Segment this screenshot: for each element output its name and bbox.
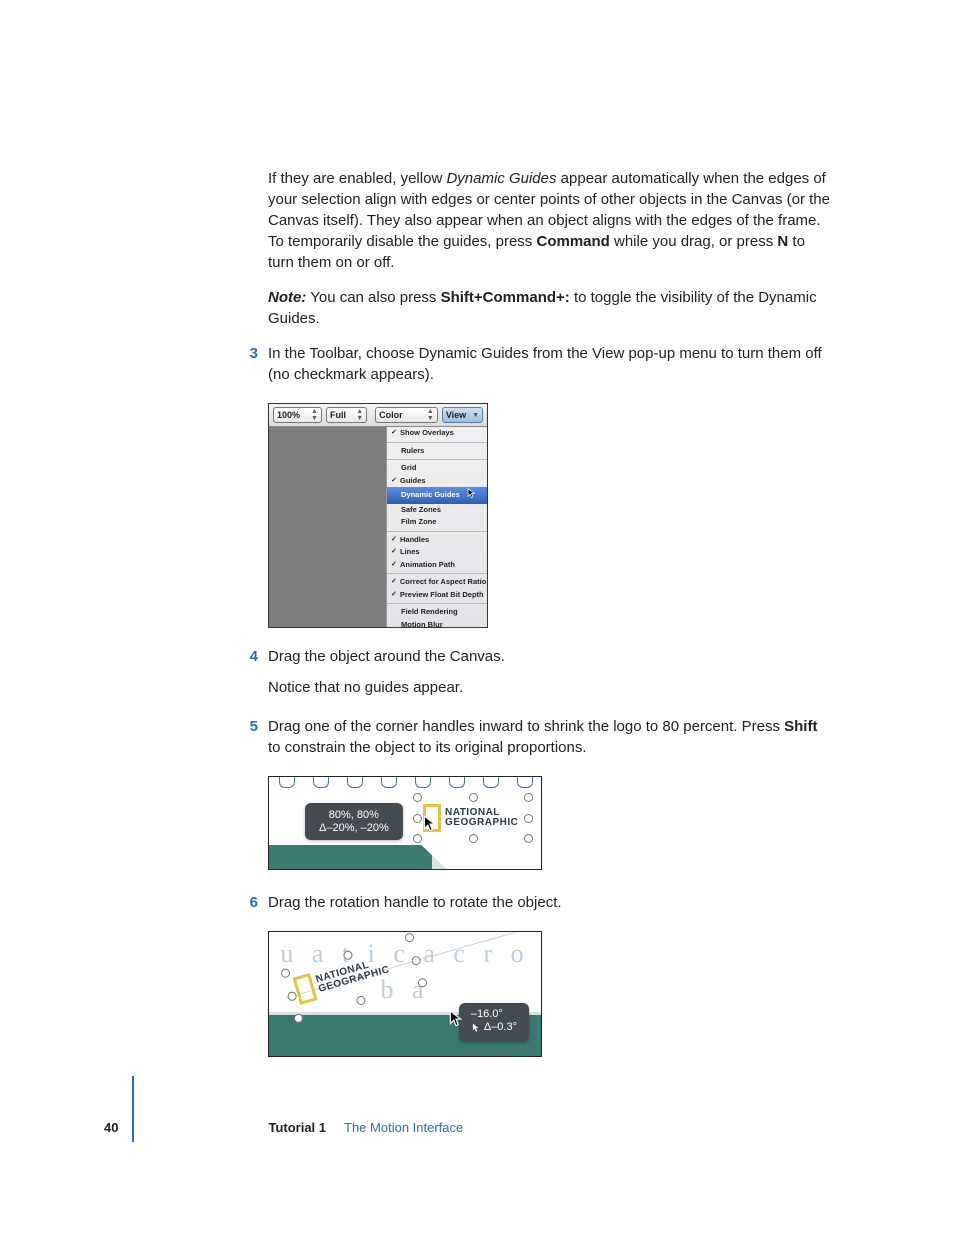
step-number: 6 [246, 892, 258, 913]
cursor-icon [423, 815, 437, 839]
view-menu: ✓Show Overlays Rulers Grid ✓Guides Dynam… [386, 427, 487, 627]
resize-handle[interactable] [469, 793, 478, 802]
background-bar [269, 845, 541, 869]
menu-safe-zones[interactable]: Safe Zones [387, 504, 487, 517]
figure-rotate: u a t i c a c r o b a NATIONALGEOGRAPHIC… [268, 931, 542, 1057]
step-number: 4 [246, 646, 258, 667]
stepper-icon: ▲▼ [311, 408, 318, 422]
cursor-icon [467, 488, 476, 503]
page-number: 40 [104, 1119, 118, 1137]
term-dynamic-guides: Dynamic Guides [446, 170, 556, 187]
menu-show-overlays[interactable]: ✓Show Overlays [387, 427, 487, 440]
step-3: 3 In the Toolbar, choose Dynamic Guides … [268, 343, 834, 395]
resize-handle[interactable] [524, 793, 533, 802]
zoom-popup[interactable]: 100%▲▼ [273, 407, 322, 423]
menu-film-zone[interactable]: Film Zone [387, 516, 487, 529]
menu-rulers[interactable]: Rulers [387, 445, 487, 458]
menu-preview-float[interactable]: ✓Preview Float Bit Depth [387, 589, 487, 602]
menu-animation-path[interactable]: ✓Animation Path [387, 559, 487, 572]
step-6-text: Drag the rotation handle to rotate the o… [268, 892, 834, 913]
key-shift: Shift [784, 718, 817, 735]
menu-motion-blur[interactable]: Motion Blur [387, 619, 487, 632]
menu-handles[interactable]: ✓Handles [387, 534, 487, 547]
resize-handle[interactable] [524, 834, 533, 843]
rotation-tooltip: –16.0° Δ–0.3° [459, 1003, 529, 1042]
note-paragraph: Note: You can also press Shift+Command+:… [268, 287, 834, 329]
page-footer: 40 Tutorial 1 The Motion Interface [0, 1119, 954, 1137]
step-3-text: In the Toolbar, choose Dynamic Guides fr… [268, 343, 834, 385]
cursor-icon [471, 1023, 481, 1033]
background-decoration [269, 777, 541, 791]
natgeo-logo: NATIONALGEOGRAPHIC [423, 804, 518, 832]
toolbar: 100%▲▼ Full▲▼ Color▲▼ View▼ [269, 404, 487, 427]
tutorial-title: The Motion Interface [344, 1119, 463, 1137]
stepper-icon: ▲▼ [356, 408, 363, 422]
step-4-line1: Drag the object around the Canvas. [268, 646, 834, 667]
checkmark-icon: ✓ [391, 590, 397, 600]
key-command: Command [536, 233, 609, 250]
resize-handle[interactable] [469, 834, 478, 843]
menu-guides[interactable]: ✓Guides [387, 475, 487, 488]
key-n: N [777, 233, 788, 250]
resize-handle[interactable] [413, 834, 422, 843]
document-page: If they are enabled, yellow Dynamic Guid… [0, 0, 954, 1235]
resize-handle[interactable] [413, 793, 422, 802]
step-number: 5 [246, 716, 258, 737]
color-popup[interactable]: Color▲▼ [375, 407, 438, 423]
cursor-icon [449, 1010, 463, 1034]
note-label: Note: [268, 289, 306, 306]
menu-field-rendering[interactable]: Field Rendering [387, 606, 487, 619]
key-shift-command-colon: Shift+Command+: [441, 289, 570, 306]
canvas-area [269, 427, 386, 627]
checkmark-icon: ✓ [391, 577, 397, 587]
checkmark-icon: ✓ [391, 428, 397, 438]
resize-handle[interactable] [524, 814, 533, 823]
figure-scale-80: 80%, 80% Δ–20%, –20% NATIONALGEOGRAPHIC [268, 776, 542, 870]
resize-handle[interactable] [413, 814, 422, 823]
dropdown-icon: ▼ [472, 412, 479, 419]
step-4: 4 Drag the object around the Canvas. Not… [268, 646, 834, 708]
view-popup[interactable]: View▼ [442, 407, 483, 423]
step-6: 6 Drag the rotation handle to rotate the… [268, 892, 834, 923]
tutorial-label: Tutorial 1 [268, 1119, 326, 1137]
step-5: 5 Drag one of the corner handles inward … [268, 716, 834, 768]
step-4-line2: Notice that no guides appear. [268, 677, 834, 698]
checkmark-icon: ✓ [391, 476, 397, 486]
menu-lines[interactable]: ✓Lines [387, 546, 487, 559]
checkmark-icon: ✓ [391, 535, 397, 545]
full-popup[interactable]: Full▲▼ [326, 407, 367, 423]
step-number: 3 [246, 343, 258, 364]
stepper-icon: ▲▼ [427, 408, 434, 422]
menu-correct-aspect[interactable]: ✓Correct for Aspect Ratio [387, 576, 487, 589]
menu-dynamic-guides[interactable]: Dynamic Guides [387, 487, 487, 504]
menu-grid[interactable]: Grid [387, 462, 487, 475]
scale-tooltip: 80%, 80% Δ–20%, –20% [305, 803, 403, 840]
paragraph-dynamic-guides: If they are enabled, yellow Dynamic Guid… [268, 168, 834, 273]
checkmark-icon: ✓ [391, 547, 397, 557]
step-5-text: Drag one of the corner handles inward to… [268, 716, 834, 758]
checkmark-icon: ✓ [391, 560, 397, 570]
natgeo-frame-icon [293, 973, 318, 1005]
figure-view-menu: 100%▲▼ Full▲▼ Color▲▼ View▼ ✓Show Overla… [268, 403, 488, 628]
